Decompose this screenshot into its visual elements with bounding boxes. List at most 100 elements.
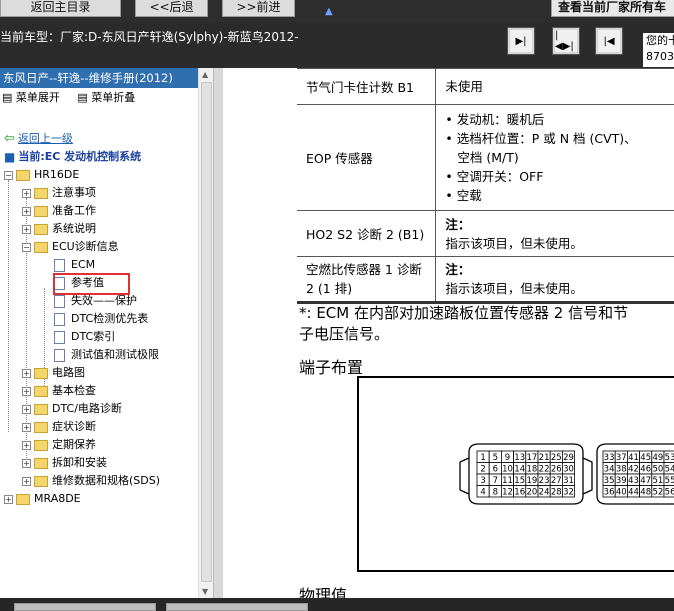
table-row: 空燃比传感器 1 诊断 2 (1 排) 注： 指示该项目，但未使用。: [297, 256, 674, 304]
connector-pin-label: 43: [628, 476, 639, 486]
table-cell-condition: • 发动机：暖机后 • 选档杆位置：P 或 N 档 (CVT)、 空档 (M/T…: [435, 104, 674, 211]
connector-pin-label: 29: [563, 453, 574, 463]
back-to-main-button[interactable]: 返回主目录: [0, 0, 121, 17]
bottom-button-1[interactable]: [14, 603, 156, 611]
connector-pin-label: 52: [652, 488, 663, 498]
tree-item-removal-installation[interactable]: + 拆卸和安装: [22, 454, 107, 472]
connector-pin-label: 19: [526, 476, 537, 486]
connector-pin-label: 12: [502, 488, 513, 498]
sidebar-controls: ▤ 菜单展开 ▤ 菜单折叠: [0, 88, 213, 108]
forward-button[interactable]: >>前进: [222, 0, 295, 17]
connector-pin-label: 20: [526, 488, 537, 498]
tree-item-dtc-index[interactable]: DTC索引: [54, 328, 115, 346]
connector-pin-label: 35: [604, 476, 615, 486]
section-physical-value: 物理值: [299, 586, 348, 598]
folder-icon: [34, 187, 48, 199]
connector-pin-label: 11: [502, 476, 513, 486]
connector-pin-label: 21: [539, 453, 550, 463]
connector-pin-label: 23: [539, 476, 550, 486]
folder-icon: [34, 475, 48, 487]
table-row: HO2 S2 诊断 2 (B1) 注： 指示该项目，但未使用。: [297, 210, 674, 257]
tree-item-test-values[interactable]: 测试值和测试极限: [54, 346, 159, 364]
folder-icon: [34, 439, 48, 451]
connector-pin-label: 54: [665, 465, 674, 475]
connector-pin-label: 7: [493, 476, 498, 486]
tree-item-precautions[interactable]: + 注意事项: [22, 184, 96, 202]
tree-item-hr16de[interactable]: − HR16DE: [4, 166, 79, 184]
table-cell-condition: 注： 指示该项目，但未使用。: [435, 256, 674, 304]
current-car-model: 当前车型：厂家:D-东风日产轩逸(Sylphy)-新蓝鸟2012-: [0, 30, 299, 44]
back-arrow-icon: ⇦: [4, 131, 15, 146]
table-row: 节气门卡住计数 B1 未使用: [297, 68, 674, 105]
card-info-line1: 您的卡: [646, 34, 674, 47]
scrollbar-thumb[interactable]: [201, 82, 212, 582]
document-icon: [54, 294, 65, 308]
tree-item-preparation[interactable]: + 准备工作: [22, 202, 96, 220]
menu-collapse-button[interactable]: ▤ 菜单折叠: [77, 91, 135, 104]
table-cell-item: 节气门卡住计数 B1: [297, 68, 437, 105]
connector-pin-label: 36: [604, 488, 615, 498]
connector-pin-label: 37: [616, 453, 627, 463]
step-back-icon[interactable]: |◀: [595, 27, 623, 55]
sidebar-scrollbar[interactable]: ▲ ▼: [198, 68, 213, 598]
connector-pin-label: 17: [526, 453, 537, 463]
sidebar-tree: ⇦ 返回上一级 ■ 当前:EC 发动机控制系统 − HR16DE + 注意事项 + 准…: [0, 108, 213, 578]
table-cell-item: EOP 传感器: [297, 104, 437, 211]
sidebar: 东风日产--轩逸--维修手册(2012) ▤ 菜单展开 ▤ 菜单折叠 ⇦ 返回上…: [0, 68, 213, 598]
connector-pin-label: 44: [628, 488, 639, 498]
connector-pin-label: 3: [480, 476, 485, 486]
table-row: EOP 传感器 • 发动机：暖机后 • 选档杆位置：P 或 N 档 (CVT)、…: [297, 104, 674, 211]
tree-item-dtc-priority[interactable]: DTC检测优先表: [54, 310, 148, 328]
tree-item-wiring-diagram[interactable]: + 电路图: [22, 364, 85, 382]
folder-icon: [16, 493, 30, 505]
connector-pin-label: 49: [652, 453, 663, 463]
back-button[interactable]: <<后退: [135, 0, 208, 17]
section-terminal-layout: 端子布置: [299, 358, 364, 377]
connector-pin-label: 48: [640, 488, 651, 498]
folder-icon: [34, 403, 48, 415]
info-bar: 当前车型：厂家:D-东风日产轩逸(Sylphy)-新蓝鸟2012- ▶| |◀▶…: [0, 22, 674, 67]
connector-pin-label: 42: [628, 465, 639, 475]
connector-pin-label: 33: [604, 453, 615, 463]
folder-icon: [34, 421, 48, 433]
view-all-cars-button[interactable]: 查看当前厂家所有车: [551, 0, 674, 17]
tree-item-ecu-diagnosis[interactable]: − ECU诊断信息: [22, 238, 119, 256]
back-up-link[interactable]: ⇦ 返回上一级: [4, 130, 73, 148]
bottom-button-2[interactable]: [166, 603, 308, 611]
document-icon: [54, 348, 65, 362]
tree-item-symptom-diagnosis[interactable]: + 症状诊断: [22, 418, 96, 436]
folder-icon: [34, 385, 48, 397]
content-panel: 节气门卡住计数 B1 未使用 EOP 传感器 • 发动机：暖机后 • 选档杆位置…: [223, 68, 674, 598]
connector-pin-label: 40: [616, 488, 627, 498]
tree-item-mra8de[interactable]: + MRA8DE: [4, 490, 81, 508]
connector-pin-label: 10: [502, 465, 513, 475]
connector-pin-label: 28: [551, 488, 562, 498]
connector-pin-label: 16: [514, 488, 525, 498]
tree-item-periodic-maintenance[interactable]: + 定期保养: [22, 436, 96, 454]
scroll-down-icon[interactable]: ▼: [202, 587, 208, 596]
footnote: *: ECM 在内部对加速踏板位置传感器 2 信号和节 子电压信号。: [299, 304, 629, 343]
menu-expand-button[interactable]: ▤ 菜单展开: [2, 91, 60, 104]
tree-item-system-description[interactable]: + 系统说明: [22, 220, 96, 238]
connector-pin-label: 14: [514, 465, 525, 475]
connector-pin-label: 55: [665, 476, 674, 486]
tree-item-service-data-sds[interactable]: + 维修数据和规格(SDS): [22, 472, 160, 490]
connector-pin-label: 50: [652, 465, 663, 475]
panel-splitter[interactable]: [213, 68, 223, 598]
tree-item-ecm[interactable]: ECM: [54, 256, 95, 274]
connector-pin-label: 30: [563, 465, 574, 475]
step-forward-icon[interactable]: ▶|: [507, 27, 535, 55]
expand-icon[interactable]: |◀▶|: [552, 27, 580, 55]
table-cell-item: 空燃比传感器 1 诊断 2 (1 排): [297, 256, 437, 304]
document-icon: [54, 330, 65, 344]
connector-pin-label: 25: [551, 453, 562, 463]
connector-pin-label: 41: [628, 453, 639, 463]
reference-value-table: 节气门卡住计数 B1 未使用 EOP 传感器 • 发动机：暖机后 • 选档杆位置…: [297, 68, 674, 304]
scroll-up-icon[interactable]: ▲: [202, 70, 208, 79]
tree-item-dtc-circuit-diagnosis[interactable]: + DTC/电路诊断: [22, 400, 122, 418]
folder-icon: [34, 457, 48, 469]
terminal-layout-diagram: 1 5 9 13 17 21 25 29 2 6 10 14 18 22 26 30 3 7 11 15 19 23 27 3…: [357, 376, 674, 572]
connector-pin-label: 27: [551, 476, 562, 486]
tree-item-basic-inspection[interactable]: + 基本检查: [22, 382, 96, 400]
folder-icon: [16, 169, 30, 181]
